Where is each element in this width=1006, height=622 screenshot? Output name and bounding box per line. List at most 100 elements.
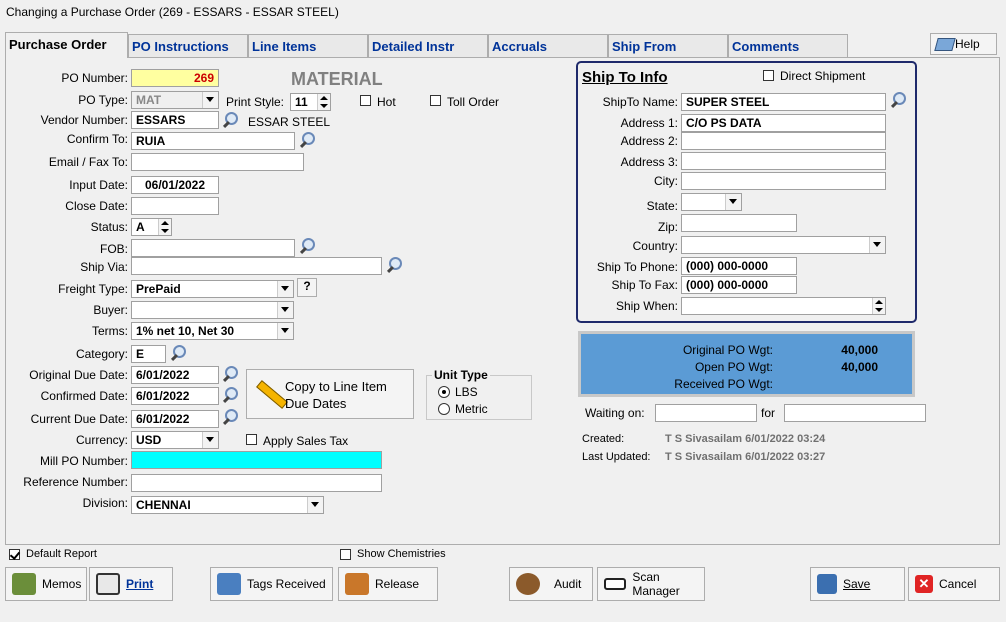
unit-metric-radio[interactable] — [438, 403, 450, 415]
hot-checkbox[interactable] — [360, 95, 371, 106]
fob-search-icon[interactable] — [297, 236, 317, 256]
input-date-label: Input Date: — [69, 178, 128, 192]
memos-icon — [12, 573, 36, 595]
copy-due-dates-button[interactable]: Copy to Line Item Due Dates — [246, 369, 414, 419]
show-chem-checkbox[interactable] — [340, 549, 351, 560]
ship-when-spin-icon[interactable] — [872, 298, 885, 314]
cancel-button[interactable]: ✕ Cancel — [908, 567, 1000, 601]
tab-comments[interactable]: Comments — [728, 34, 848, 57]
tab-ship-from[interactable]: Ship From — [608, 34, 728, 57]
confirm-to-field[interactable]: RUIA — [131, 132, 295, 150]
orig-due-search-icon[interactable] — [220, 364, 240, 384]
direct-shipment-label: Direct Shipment — [780, 69, 866, 83]
category-field[interactable]: E — [131, 345, 166, 363]
freight-help-button[interactable]: ? — [297, 278, 317, 297]
currency-label: Currency: — [75, 433, 128, 447]
default-report-checkbox[interactable] — [9, 549, 21, 560]
po-number-field[interactable]: 269 — [131, 69, 219, 87]
ship-via-search-icon[interactable] — [384, 255, 404, 275]
state-label: State: — [646, 199, 678, 213]
freight-type-label: Freight Type: — [58, 282, 128, 296]
tags-received-button[interactable]: Tags Received — [210, 567, 333, 601]
updated-label: Last Updated: — [582, 451, 651, 463]
open-wgt-label: Open PO Wgt: — [694, 360, 773, 374]
fob-field[interactable] — [131, 239, 295, 257]
release-label: Release — [375, 577, 420, 591]
buyer-select[interactable] — [131, 301, 294, 319]
tab-accruals[interactable]: Accruals — [488, 34, 608, 57]
status-spin-icon[interactable] — [158, 219, 171, 235]
pencil-icon — [256, 380, 288, 409]
truck-icon — [345, 573, 369, 595]
terms-value: 1% net 10, Net 30 — [136, 324, 235, 338]
window-title: Changing a Purchase Order (269 - ESSARS … — [6, 5, 339, 19]
vendor-number-label: Vendor Number: — [40, 113, 128, 127]
zip-field[interactable] — [681, 214, 797, 232]
addr2-field[interactable] — [681, 132, 886, 150]
audit-button[interactable]: Audit — [509, 567, 593, 601]
ship-phone-field[interactable]: (000) 000-0000 — [681, 257, 797, 275]
memos-button[interactable]: Memos — [5, 567, 87, 601]
addr3-field[interactable] — [681, 152, 886, 170]
spin-arrows-icon[interactable] — [317, 94, 330, 110]
waiting-on-label: Waiting on: — [585, 406, 645, 420]
shipto-name-search-icon[interactable] — [888, 90, 908, 110]
orig-due-field[interactable]: 6/01/2022 — [131, 366, 219, 384]
unit-lbs-radio[interactable] — [438, 386, 450, 398]
conf-date-field[interactable]: 6/01/2022 — [131, 387, 219, 405]
direct-shipment-checkbox[interactable] — [763, 70, 774, 81]
tab-line-items[interactable]: Line Items — [248, 34, 368, 57]
status-spinner[interactable]: A — [131, 218, 172, 236]
input-date-field[interactable]: 06/01/2022 — [131, 176, 219, 194]
vendor-search-icon[interactable] — [220, 110, 240, 130]
default-report-label: Default Report — [26, 548, 97, 560]
terms-select[interactable]: 1% net 10, Net 30 — [131, 322, 294, 340]
copy-line2: Due Dates — [285, 396, 347, 411]
division-value: CHENNAI — [136, 498, 191, 512]
curr-due-field[interactable]: 6/01/2022 — [131, 410, 219, 428]
waiting-for-label: for — [761, 406, 776, 420]
curr-due-search-icon[interactable] — [220, 407, 240, 427]
reference-field[interactable] — [131, 474, 382, 492]
conf-date-search-icon[interactable] — [220, 385, 240, 405]
tab-purchase-order[interactable]: Purchase Order — [5, 32, 128, 58]
division-select[interactable]: CHENNAI — [131, 496, 324, 514]
created-value: T S Sivasailam 6/01/2022 03:24 — [665, 433, 826, 445]
close-date-field[interactable] — [131, 197, 219, 215]
shipto-name-field[interactable]: SUPER STEEL — [681, 93, 886, 111]
email-fax-field[interactable] — [131, 153, 304, 171]
cancel-label: Cancel — [939, 577, 977, 591]
toll-order-checkbox[interactable] — [430, 95, 441, 106]
country-select[interactable] — [681, 236, 886, 254]
city-field[interactable] — [681, 172, 886, 190]
addr2-label: Address 2: — [620, 134, 678, 148]
po-type-label: PO Type: — [78, 93, 128, 107]
help-button[interactable]: Help — [930, 33, 997, 55]
ship-via-field[interactable] — [131, 257, 382, 275]
radio-dot-icon — [442, 390, 446, 394]
freight-type-select[interactable]: PrePaid — [131, 280, 294, 298]
po-type-select[interactable]: MAT — [131, 91, 219, 109]
addr1-field[interactable]: C/O PS DATA — [681, 114, 886, 132]
save-button[interactable]: Save — [810, 567, 905, 601]
print-button[interactable]: Print — [89, 567, 173, 601]
vendor-number-field[interactable]: ESSARS — [131, 111, 219, 129]
ship-fax-field[interactable]: (000) 000-0000 — [681, 276, 797, 294]
printer-icon — [96, 573, 120, 595]
ship-when-spinner[interactable] — [681, 297, 886, 315]
unit-lbs-label: LBS — [455, 385, 478, 399]
print-style-spinner[interactable]: 11 — [290, 93, 331, 111]
scan-manager-button[interactable]: Scan Manager — [597, 567, 705, 601]
confirm-to-search-icon[interactable] — [297, 130, 317, 150]
auditor-icon — [516, 573, 540, 595]
currency-select[interactable]: USD — [131, 431, 219, 449]
category-search-icon[interactable] — [168, 343, 188, 363]
apply-tax-checkbox[interactable] — [246, 434, 257, 445]
state-select[interactable] — [681, 193, 742, 211]
waiting-for-field[interactable] — [784, 404, 926, 422]
release-button[interactable]: Release — [338, 567, 438, 601]
tab-detailed-instr[interactable]: Detailed Instr — [368, 34, 488, 57]
mill-po-field[interactable] — [131, 451, 382, 469]
waiting-on-field[interactable] — [655, 404, 757, 422]
tab-po-instructions[interactable]: PO Instructions — [128, 34, 248, 57]
